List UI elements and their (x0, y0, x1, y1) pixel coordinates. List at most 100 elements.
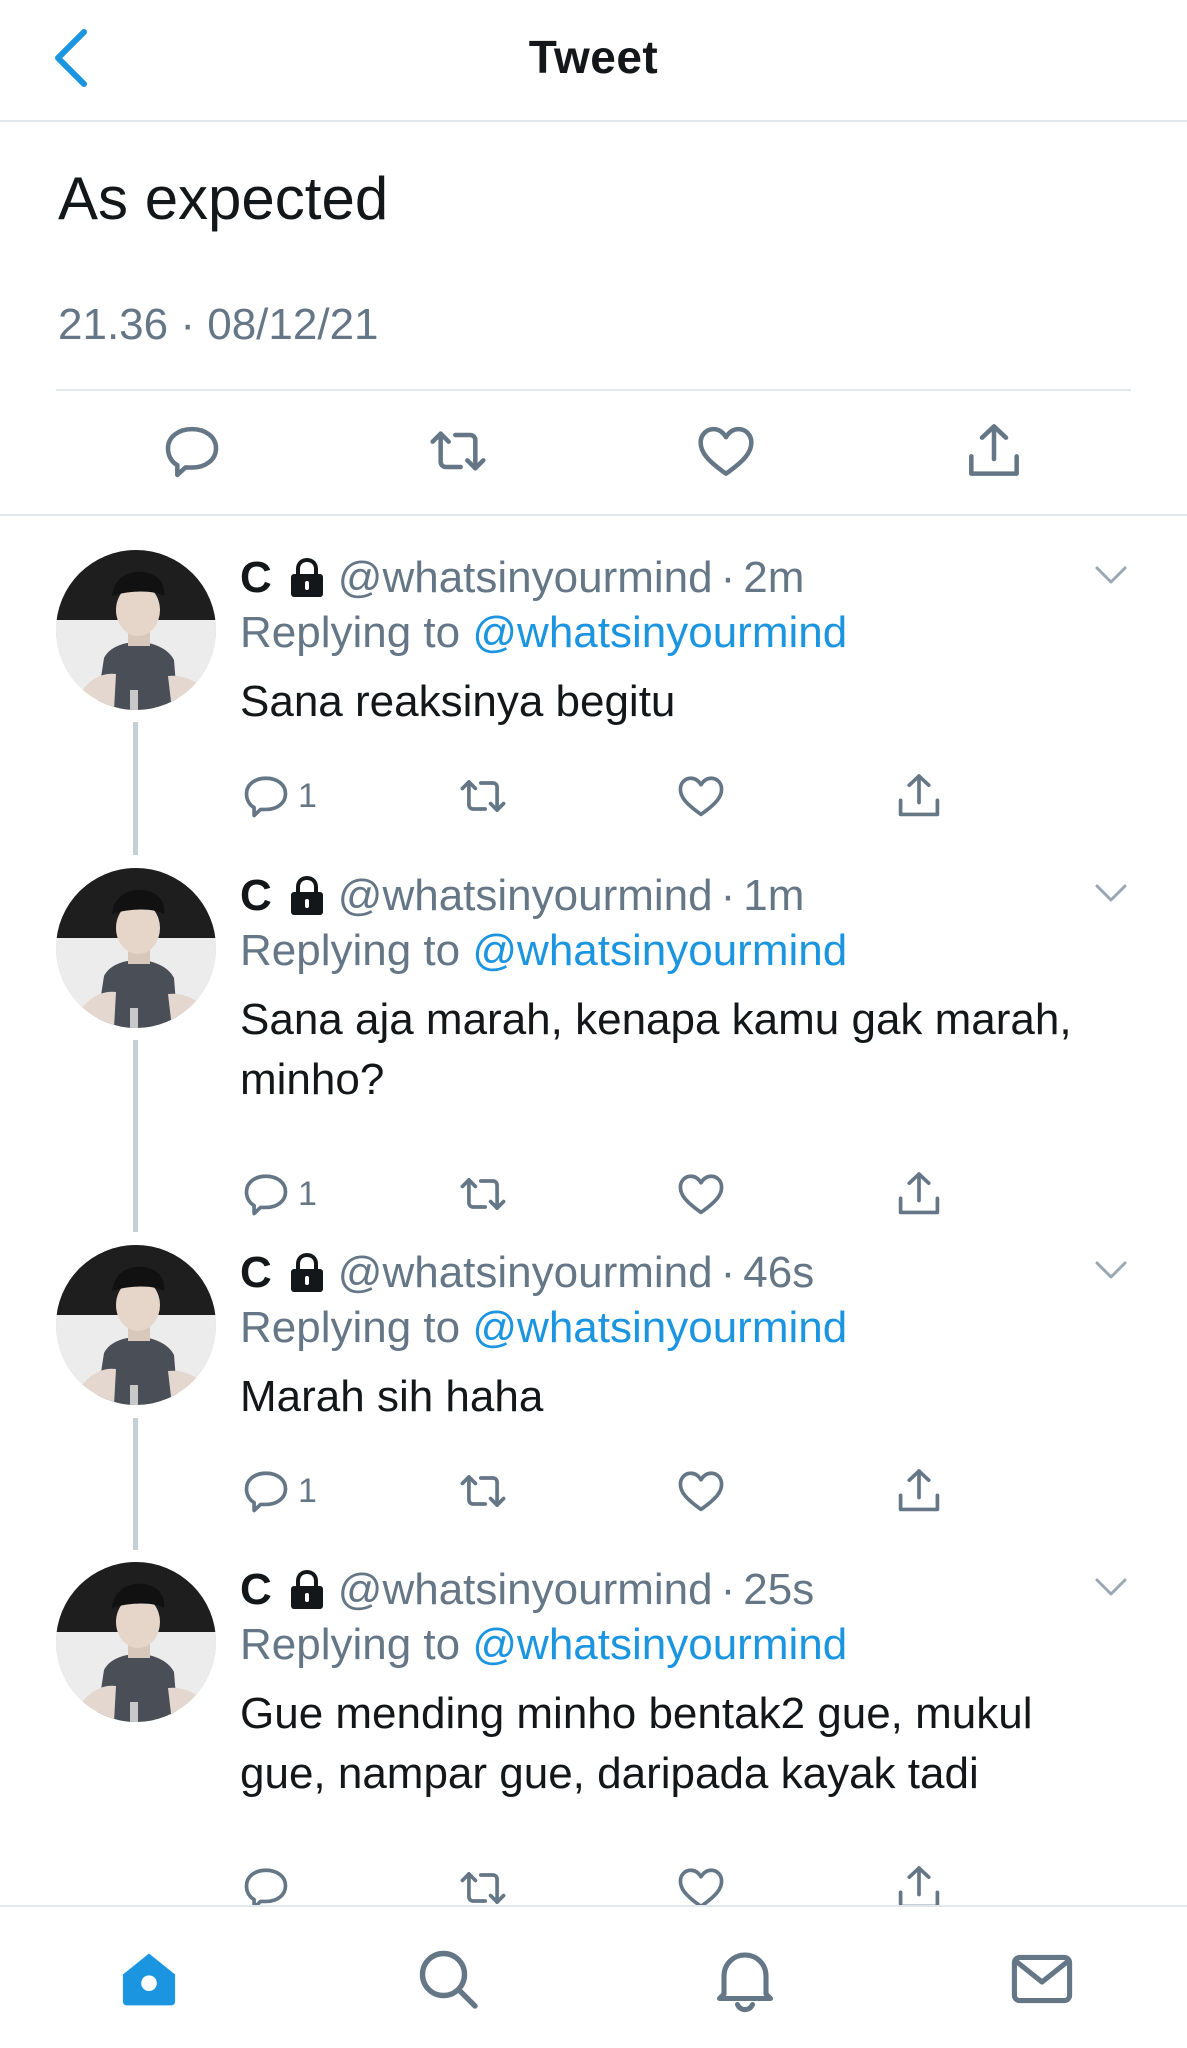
meta-separator: · (720, 871, 736, 920)
thread-connector-line (133, 1418, 138, 1550)
reply-time: 25s (743, 1565, 815, 1614)
mention-link[interactable]: @whatsinyourmind (472, 608, 847, 657)
bottom-tab-bar (0, 1905, 1187, 2048)
reply-actions: 1 (0, 1463, 1187, 1519)
retweet-icon (457, 1465, 509, 1517)
share-button[interactable] (893, 768, 945, 824)
reply-header: C @whatsinyourmind · 46s (240, 1245, 814, 1301)
reply-time: 46s (743, 1248, 815, 1297)
tweet-time: 21.36 (58, 300, 169, 349)
share-button[interactable] (893, 1463, 945, 1519)
reply-actions: 1 (0, 768, 1187, 824)
main-tweet: As expected 21.36 · 08/12/21 (0, 124, 1187, 516)
heart-icon (675, 770, 727, 822)
retweet-button[interactable] (457, 768, 509, 824)
main-tweet-actions (0, 419, 1187, 489)
share-icon (893, 1168, 945, 1220)
replying-to-label: Replying to (240, 1620, 461, 1669)
lock-icon (290, 1569, 323, 1609)
tweet-date: 08/12/21 (207, 300, 379, 349)
reply-header: C @whatsinyourmind · 25s (240, 1562, 814, 1618)
reply-tweet[interactable]: C @whatsinyourmind · 46s Replying to @wh… (0, 1245, 1187, 1523)
lock-icon (290, 1252, 323, 1292)
chevron-down-icon[interactable] (1091, 1572, 1131, 1602)
reply-count: 1 (298, 776, 317, 815)
divider (56, 389, 1131, 391)
reply-text: Marah sih haha (240, 1372, 544, 1421)
retweet-icon[interactable] (426, 419, 490, 483)
reply-button[interactable]: 1 (240, 1166, 317, 1222)
user-handle[interactable]: @whatsinyourmind (338, 871, 713, 921)
mention-link[interactable]: @whatsinyourmind (472, 1620, 847, 1669)
share-icon (893, 1465, 945, 1517)
reply-tweet[interactable]: C @whatsinyourmind · 2m Replying to @wha… (0, 550, 1187, 828)
reply-icon (240, 1465, 292, 1517)
reply-time: 2m (743, 553, 805, 602)
reply-text: Sana reaksinya begitu (240, 677, 676, 726)
retweet-icon (457, 1168, 509, 1220)
replying-to: Replying to @whatsinyourmind (240, 608, 847, 658)
share-button[interactable] (893, 1166, 945, 1222)
replying-to-label: Replying to (240, 926, 461, 975)
reply-icon (240, 1168, 292, 1220)
meta-separator: · (180, 300, 195, 349)
chevron-down-icon[interactable] (1091, 1255, 1131, 1285)
reply-count: 1 (298, 1174, 317, 1213)
notifications-bell-icon[interactable] (709, 1943, 781, 2015)
share-icon (893, 770, 945, 822)
meta-separator: · (720, 1565, 736, 1614)
user-handle[interactable]: @whatsinyourmind (338, 553, 713, 603)
thread-connector-line (133, 1040, 138, 1232)
lock-icon (290, 557, 323, 597)
mention-link[interactable]: @whatsinyourmind (472, 926, 847, 975)
replying-to: Replying to @whatsinyourmind (240, 926, 847, 976)
display-name[interactable]: C (240, 553, 272, 603)
reply-text: Sana aja marah, kenapa kamu gak marah, m… (240, 995, 1072, 1104)
display-name[interactable]: C (240, 1565, 272, 1615)
like-button[interactable] (675, 1166, 727, 1222)
user-handle[interactable]: @whatsinyourmind (338, 1565, 713, 1615)
lock-icon (290, 875, 323, 915)
tweet-timestamp: 21.36 · 08/12/21 (58, 300, 379, 350)
reply-header: C @whatsinyourmind · 1m (240, 868, 804, 924)
reply-count: 1 (298, 1471, 317, 1510)
chevron-down-icon[interactable] (1091, 560, 1131, 590)
meta-separator: · (720, 553, 736, 602)
tweet-text: As expected (58, 165, 389, 232)
chevron-down-icon[interactable] (1091, 878, 1131, 908)
avatar[interactable] (56, 550, 216, 710)
retweet-button[interactable] (457, 1463, 509, 1519)
avatar[interactable] (56, 868, 216, 1028)
reply-icon[interactable] (160, 419, 224, 483)
display-name[interactable]: C (240, 871, 272, 921)
heart-icon (675, 1168, 727, 1220)
heart-icon (675, 1465, 727, 1517)
reply-time: 1m (743, 871, 805, 920)
meta-separator: · (720, 1248, 736, 1297)
messages-envelope-icon[interactable] (1006, 1943, 1078, 2015)
avatar[interactable] (56, 1245, 216, 1405)
reply-button[interactable]: 1 (240, 1463, 317, 1519)
mention-link[interactable]: @whatsinyourmind (472, 1303, 847, 1352)
display-name[interactable]: C (240, 1248, 272, 1298)
search-icon[interactable] (412, 1943, 484, 2015)
avatar[interactable] (56, 1562, 216, 1722)
reply-tweet[interactable]: C @whatsinyourmind · 1m Replying to @wha… (0, 868, 1187, 1226)
page-title: Tweet (528, 31, 659, 83)
reply-button[interactable]: 1 (240, 768, 317, 824)
retweet-button[interactable] (457, 1166, 509, 1222)
replying-to-label: Replying to (240, 1303, 461, 1352)
like-button[interactable] (675, 768, 727, 824)
reply-actions: 1 (0, 1166, 1187, 1222)
reply-icon (240, 770, 292, 822)
replying-to-label: Replying to (240, 608, 461, 657)
share-icon[interactable] (962, 419, 1026, 483)
like-button[interactable] (675, 1463, 727, 1519)
like-heart-icon[interactable] (694, 419, 758, 483)
reply-tweet[interactable]: C @whatsinyourmind · 25s Replying to @wh… (0, 1562, 1187, 1920)
replying-to: Replying to @whatsinyourmind (240, 1620, 847, 1670)
home-icon[interactable] (113, 1943, 185, 2015)
user-handle[interactable]: @whatsinyourmind (338, 1248, 713, 1298)
retweet-icon (457, 770, 509, 822)
thread-connector-line (133, 722, 138, 855)
